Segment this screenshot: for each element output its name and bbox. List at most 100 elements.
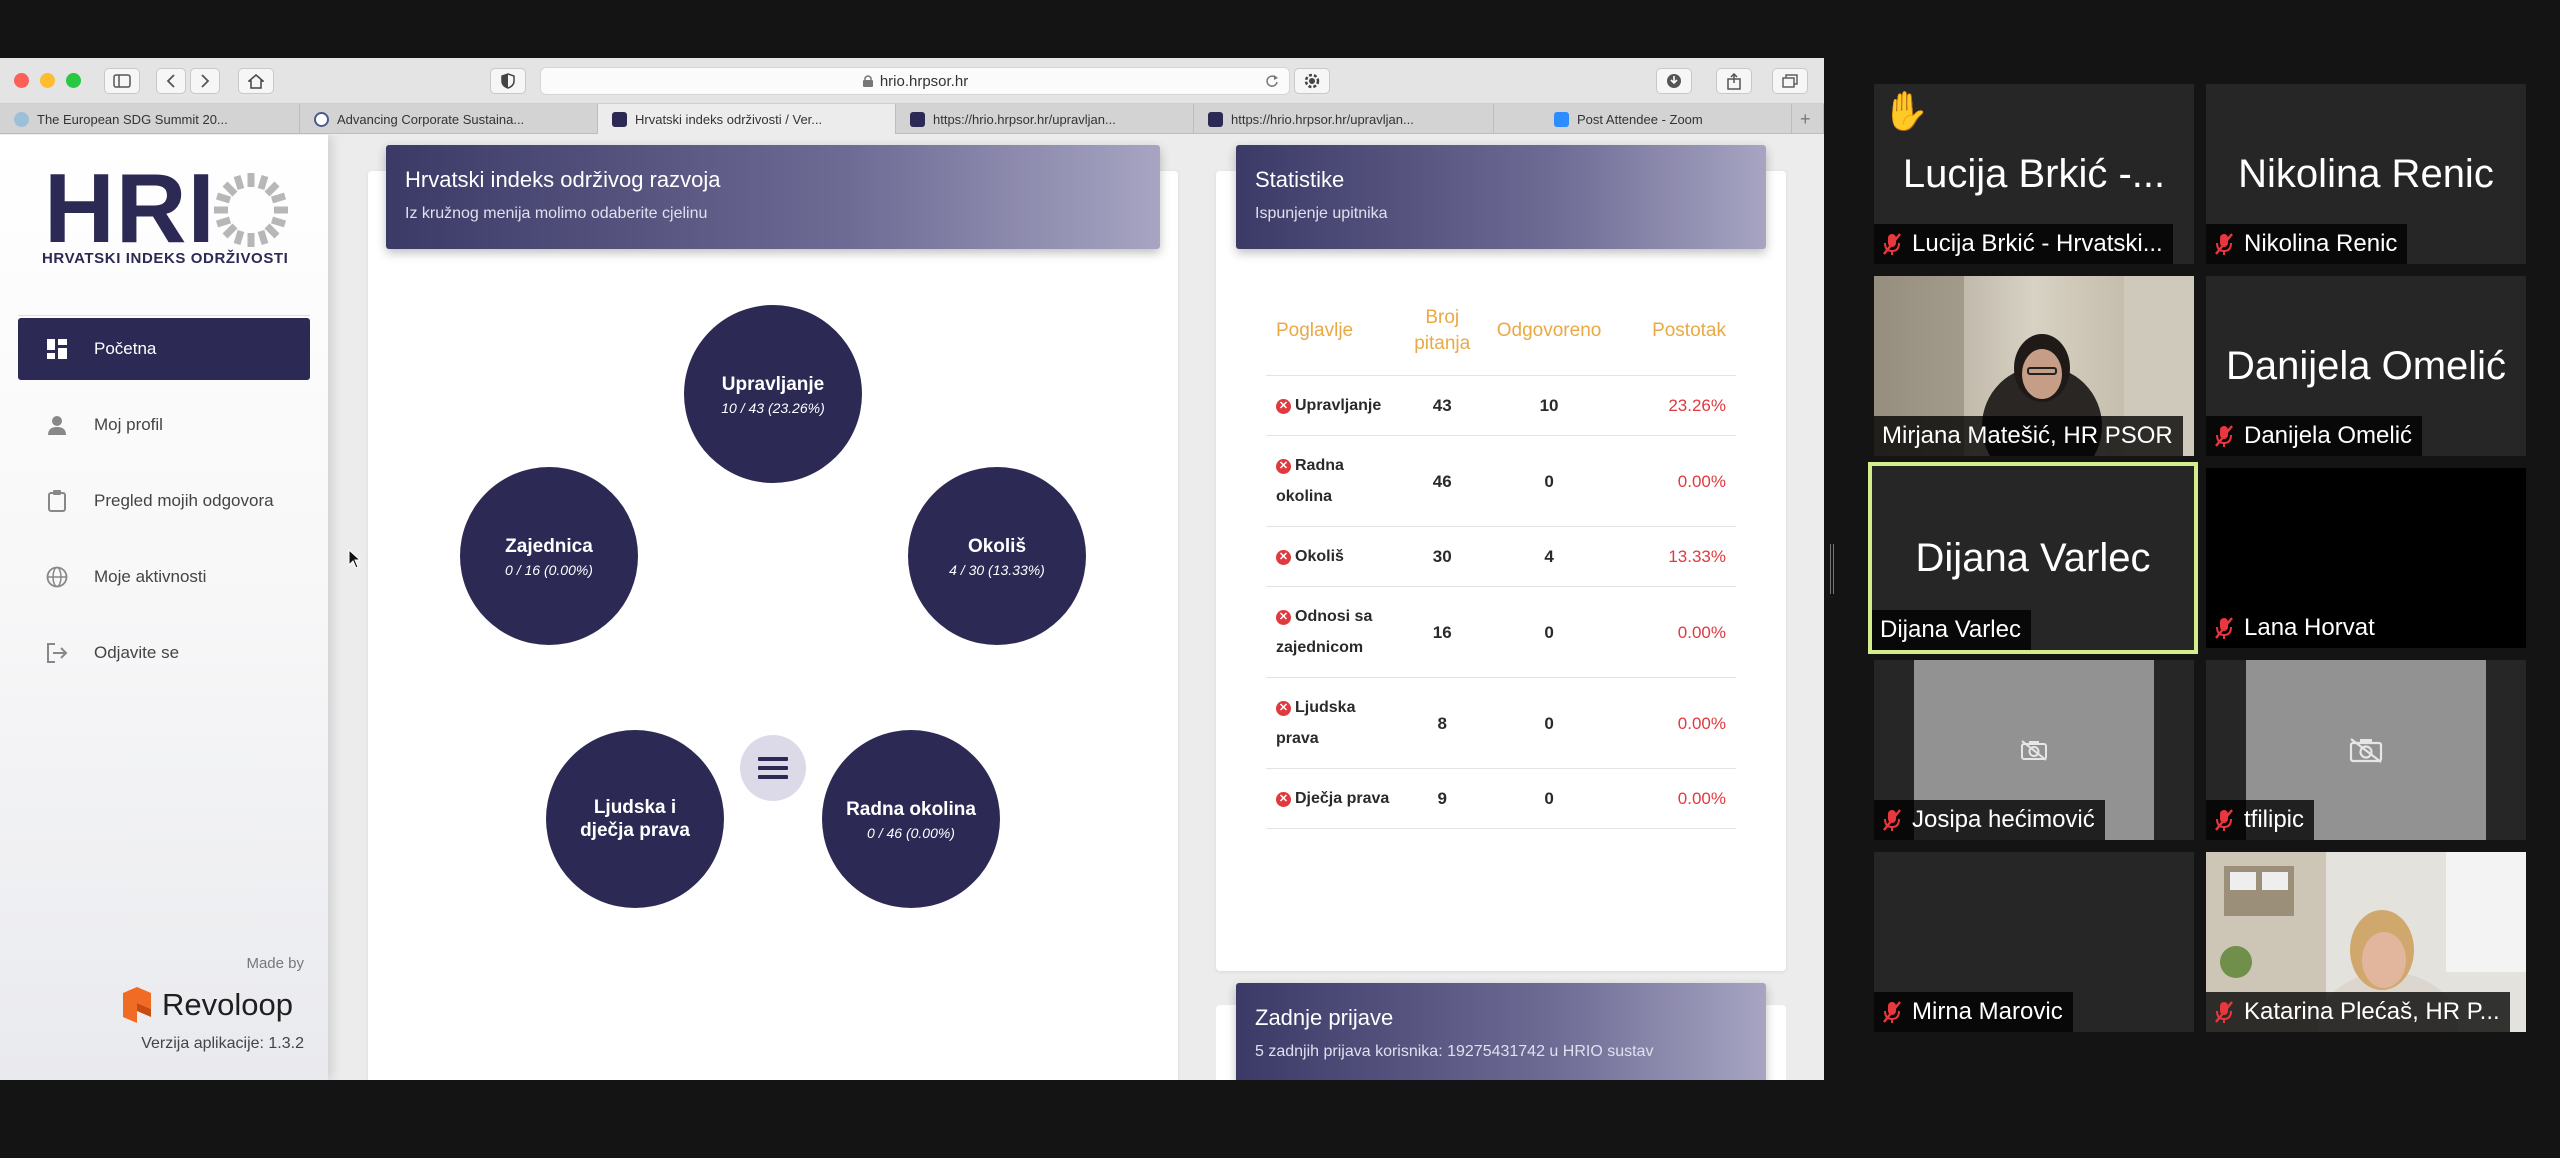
participant-name: Lucija Brkić - Hrvatski... bbox=[1912, 230, 2163, 257]
participant-tile[interactable]: Danijela Omelić Danijela Omelić bbox=[2206, 276, 2526, 456]
participant-label: Mirjana Matešić, HR PSOR bbox=[1874, 416, 2183, 456]
revoloop-icon bbox=[123, 987, 151, 1023]
nav-item-moj-profil[interactable]: Moj profil bbox=[18, 394, 310, 456]
nav-item-pregled-odgovora[interactable]: Pregled mojih odgovora bbox=[18, 470, 310, 532]
downloads-icon[interactable] bbox=[1656, 68, 1692, 94]
hrio-favicon-icon bbox=[1208, 111, 1223, 127]
privacy-shield-icon[interactable] bbox=[490, 68, 526, 94]
row-pct: 0.00% bbox=[1618, 435, 1736, 527]
row-answered: 0 bbox=[1479, 768, 1619, 829]
table-row[interactable]: ✕ Okoliš 30 4 13.33% bbox=[1266, 526, 1736, 587]
muted-mic-icon bbox=[1883, 809, 1901, 831]
col-broj-pitanja: Broj pitanja bbox=[1404, 305, 1480, 376]
address-bar[interactable]: hrio.hrpsor.hr bbox=[540, 67, 1290, 95]
x-circle-icon: ✕ bbox=[1276, 610, 1291, 625]
index-title: Hrvatski indeks održivog razvoja bbox=[405, 167, 721, 192]
tab-hrio-upravljanje-1[interactable]: https://hrio.hrpsor.hr/upravljan... bbox=[896, 104, 1194, 134]
circle-value: 10 / 43 (23.26%) bbox=[721, 399, 825, 416]
logo-ring-icon bbox=[214, 173, 288, 247]
participant-tile-video[interactable]: Katarina Plećaš, HR P... bbox=[2206, 852, 2526, 1032]
circle-radna-okolina[interactable]: Radna okolina 0 / 46 (0.00%) bbox=[822, 730, 1000, 908]
muted-mic-icon bbox=[2215, 809, 2233, 831]
home-icon[interactable] bbox=[238, 68, 274, 94]
participant-label: Katarina Plećaš, HR P... bbox=[2206, 992, 2510, 1032]
minimize-window-button[interactable] bbox=[40, 73, 55, 88]
circle-ljudska-djecja-prava[interactable]: Ljudska i dječja prava bbox=[546, 730, 724, 908]
circle-value: 4 / 30 (13.33%) bbox=[949, 561, 1045, 578]
made-by-label: Made by bbox=[246, 955, 304, 972]
circle-upravljanje[interactable]: Upravljanje 10 / 43 (23.26%) bbox=[684, 305, 862, 483]
tab-zoom[interactable]: Post Attendee - Zoom bbox=[1494, 104, 1792, 134]
participant-label: Mirna Marovic bbox=[1874, 992, 2073, 1032]
row-answered: 0 bbox=[1479, 677, 1619, 769]
reload-icon[interactable] bbox=[1265, 74, 1279, 88]
participant-tile-video[interactable]: Mirjana Matešić, HR PSOR bbox=[1874, 276, 2194, 456]
back-button[interactable] bbox=[156, 68, 186, 94]
zoom-window-button[interactable] bbox=[66, 73, 81, 88]
tab-hrio-upravljanje-2[interactable]: https://hrio.hrpsor.hr/upravljan... bbox=[1194, 104, 1494, 134]
stats-title: Statistike bbox=[1255, 167, 1345, 192]
table-row[interactable]: ✕ Ljudska prava 8 0 0.00% bbox=[1266, 677, 1736, 769]
tab-hrio-active[interactable]: Hrvatski indeks održivosti / Ver... bbox=[598, 104, 896, 134]
row-count: 9 bbox=[1404, 768, 1480, 829]
participant-name: Katarina Plećaš, HR P... bbox=[2244, 998, 2500, 1025]
active-speaker-tile[interactable]: Dijana Varlec Dijana Varlec bbox=[1868, 462, 2198, 654]
participant-tile[interactable]: Nikolina Renic Nikolina Renic bbox=[2206, 84, 2526, 264]
zoom-favicon-icon bbox=[1554, 111, 1569, 127]
x-circle-icon: ✕ bbox=[1276, 459, 1291, 474]
nav-item-pocetna[interactable]: Početna bbox=[18, 318, 310, 380]
tab-label: Hrvatski indeks održivosti / Ver... bbox=[635, 111, 823, 127]
circle-value: 0 / 46 (0.00%) bbox=[867, 824, 955, 841]
participant-name: Nikolina Renic bbox=[2244, 230, 2398, 257]
circle-zajednica[interactable]: Zajednica 0 / 16 (0.00%) bbox=[460, 467, 638, 645]
tab-bar: The European SDG Summit 20... Advancing … bbox=[0, 104, 1824, 134]
logo-divider bbox=[18, 315, 310, 316]
x-circle-icon: ✕ bbox=[1276, 701, 1291, 716]
participant-tile[interactable]: Mirna Marovic bbox=[1874, 852, 2194, 1032]
tab-corporate-sustainability[interactable]: Advancing Corporate Sustaina... bbox=[300, 104, 598, 134]
table-row[interactable]: ✕ Dječja prava 9 0 0.00% bbox=[1266, 768, 1736, 829]
participant-tile[interactable]: Josipa hećimović bbox=[1874, 660, 2194, 840]
nav-item-moje-aktivnosti[interactable]: Moje aktivnosti bbox=[18, 546, 310, 608]
row-pct: 0.00% bbox=[1618, 677, 1736, 769]
participant-label: Lucija Brkić - Hrvatski... bbox=[1874, 224, 2173, 264]
nav-label: Pregled mojih odgovora bbox=[94, 491, 274, 510]
participant-label: Josipa hećimović bbox=[1874, 800, 2105, 840]
participant-tile[interactable]: tfilipic bbox=[2206, 660, 2526, 840]
row-answered: 0 bbox=[1479, 586, 1619, 678]
share-icon[interactable] bbox=[1716, 68, 1752, 94]
index-subtitle: Iz kružnog menija molimo odaberite cjeli… bbox=[405, 205, 708, 222]
participant-tile[interactable]: Lana Horvat bbox=[2206, 468, 2526, 648]
logins-card-header: Zadnje prijave 5 zadnjih prijava korisni… bbox=[1236, 983, 1766, 1080]
radial-menu-button[interactable] bbox=[740, 735, 806, 801]
lock-icon bbox=[862, 75, 873, 87]
close-window-button[interactable] bbox=[14, 73, 29, 88]
nav-item-odjava[interactable]: Odjavite se bbox=[18, 622, 310, 684]
new-tab-button[interactable]: + bbox=[1792, 104, 1824, 134]
forward-button[interactable] bbox=[190, 68, 220, 94]
nav-label: Odjavite se bbox=[94, 643, 180, 662]
participant-name: Josipa hećimović bbox=[1912, 806, 2095, 833]
tab-sdg-summit[interactable]: The European SDG Summit 20... bbox=[0, 104, 300, 134]
table-row[interactable]: ✕ Odnosi sa zajednicom 16 0 0.00% bbox=[1266, 586, 1736, 678]
url-text: hrio.hrpsor.hr bbox=[879, 72, 969, 90]
panel-resize-handle[interactable] bbox=[1830, 544, 1834, 594]
table-row[interactable]: ✕ Radna okolina 46 0 0.00% bbox=[1266, 435, 1736, 527]
tab-overview-icon[interactable] bbox=[1772, 68, 1808, 94]
participant-tile[interactable]: Lucija Brkić -... ✋ Lucija Brkić - Hrvat… bbox=[1874, 84, 2194, 264]
row-answered: 0 bbox=[1479, 435, 1619, 527]
participant-name: Mirjana Matešić, HR PSOR bbox=[1882, 422, 2173, 449]
circle-okolis[interactable]: Okoliš 4 / 30 (13.33%) bbox=[908, 467, 1086, 645]
participant-name: tfilipic bbox=[2244, 806, 2305, 833]
extension-gear-icon[interactable] bbox=[1294, 68, 1330, 94]
table-row[interactable]: ✕ Upravljanje 43 10 23.26% bbox=[1266, 375, 1736, 436]
muted-mic-icon bbox=[2215, 1001, 2233, 1023]
hrio-favicon-icon bbox=[612, 111, 627, 127]
sidebar-toggle-icon[interactable] bbox=[104, 68, 140, 94]
stats-table: Poglavlje Broj pitanja Odgovoreno Postot… bbox=[1266, 305, 1736, 829]
row-count: 16 bbox=[1404, 586, 1480, 678]
nav-label: Moje aktivnosti bbox=[94, 567, 207, 586]
mouse-cursor-icon bbox=[348, 549, 362, 569]
participant-label: Nikolina Renic bbox=[2206, 224, 2408, 264]
row-name: Upravljanje bbox=[1295, 397, 1382, 414]
